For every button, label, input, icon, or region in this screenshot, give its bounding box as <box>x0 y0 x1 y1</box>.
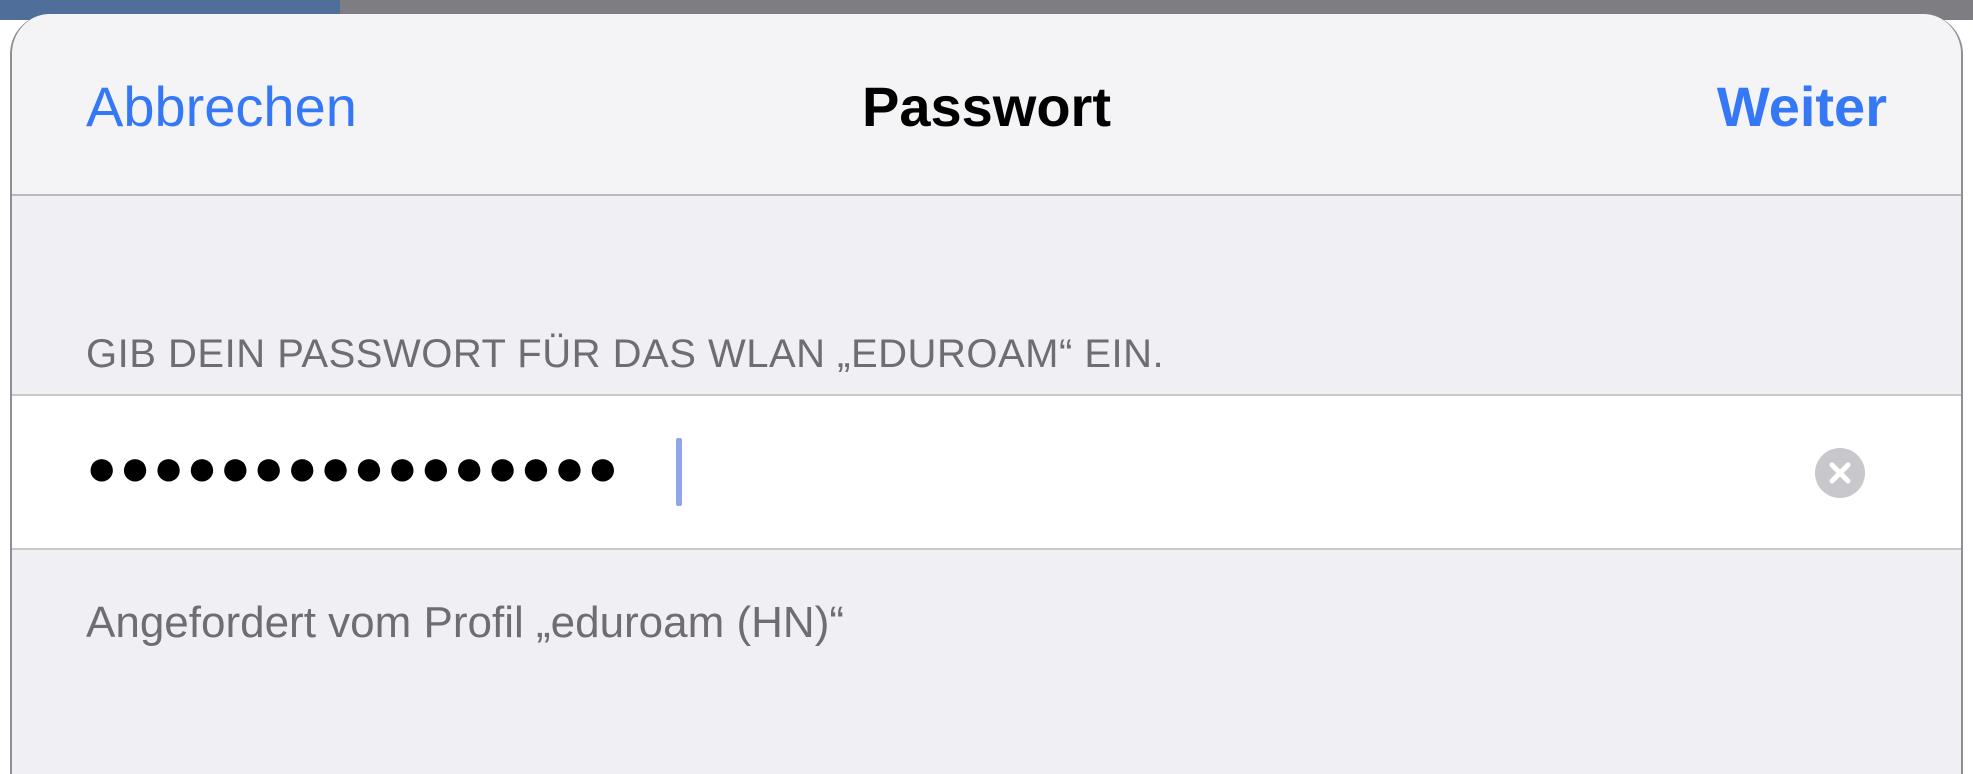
clear-x-glyph <box>1829 462 1851 484</box>
page-title: Passwort <box>862 75 1111 138</box>
text-cursor <box>676 438 682 506</box>
section-header: GIB DEIN PASSWORT FÜR DAS WLAN „EDUROAM“… <box>86 332 1165 376</box>
clear-circle-icon[interactable] <box>1815 448 1865 498</box>
password-sheet: Abbrechen Passwort Weiter GIB DEIN PASSW… <box>10 14 1963 774</box>
navigation-bar: Abbrechen Passwort Weiter <box>12 14 1961 196</box>
password-input[interactable]: ●●●●●●●●●●●●●●●● <box>86 438 621 498</box>
password-field[interactable]: ●●●●●●●●●●●●●●●● <box>12 394 1961 550</box>
next-button[interactable]: Weiter <box>1717 74 1887 139</box>
screen: Abbrechen Passwort Weiter GIB DEIN PASSW… <box>0 0 1973 774</box>
section-footer: Angefordert vom Profil „eduroam (HN)“ <box>86 598 845 647</box>
